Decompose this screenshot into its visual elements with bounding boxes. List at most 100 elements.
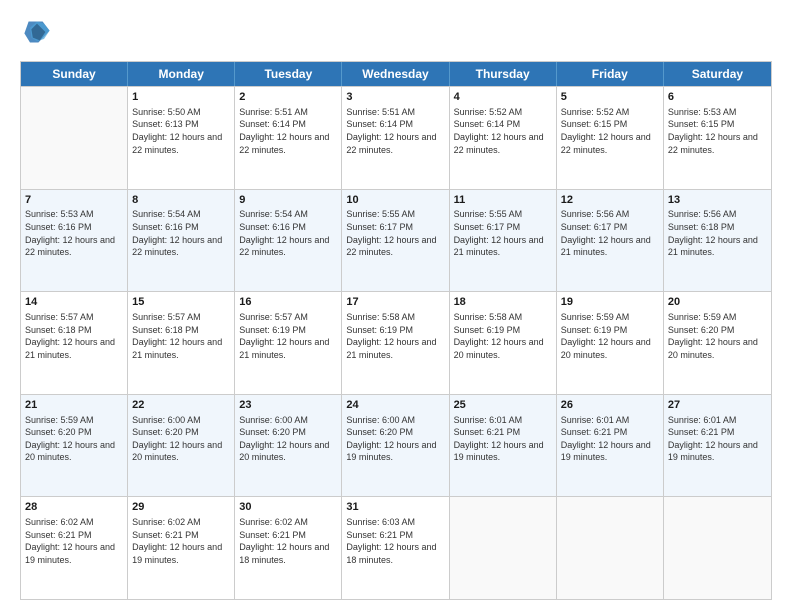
calendar-cell: 2Sunrise: 5:51 AM Sunset: 6:14 PM Daylig… <box>235 87 342 189</box>
cell-info: Sunrise: 5:55 AM Sunset: 6:17 PM Dayligh… <box>346 208 444 258</box>
calendar-cell: 27Sunrise: 6:01 AM Sunset: 6:21 PM Dayli… <box>664 395 771 497</box>
logo-icon <box>23 18 51 46</box>
cell-info: Sunrise: 5:59 AM Sunset: 6:20 PM Dayligh… <box>25 414 123 464</box>
calendar-cell <box>450 497 557 599</box>
calendar-cell: 18Sunrise: 5:58 AM Sunset: 6:19 PM Dayli… <box>450 292 557 394</box>
day-number: 10 <box>346 193 444 208</box>
cell-info: Sunrise: 6:00 AM Sunset: 6:20 PM Dayligh… <box>346 414 444 464</box>
calendar-cell: 21Sunrise: 5:59 AM Sunset: 6:20 PM Dayli… <box>21 395 128 497</box>
day-number: 21 <box>25 398 123 413</box>
calendar-cell: 1Sunrise: 5:50 AM Sunset: 6:13 PM Daylig… <box>128 87 235 189</box>
calendar-cell: 29Sunrise: 6:02 AM Sunset: 6:21 PM Dayli… <box>128 497 235 599</box>
cell-info: Sunrise: 6:02 AM Sunset: 6:21 PM Dayligh… <box>132 516 230 566</box>
day-number: 23 <box>239 398 337 413</box>
calendar-cell: 16Sunrise: 5:57 AM Sunset: 6:19 PM Dayli… <box>235 292 342 394</box>
day-number: 15 <box>132 295 230 310</box>
day-number: 30 <box>239 500 337 515</box>
cell-info: Sunrise: 5:51 AM Sunset: 6:14 PM Dayligh… <box>346 106 444 156</box>
calendar-cell: 15Sunrise: 5:57 AM Sunset: 6:18 PM Dayli… <box>128 292 235 394</box>
calendar-cell: 13Sunrise: 5:56 AM Sunset: 6:18 PM Dayli… <box>664 190 771 292</box>
calendar-cell: 10Sunrise: 5:55 AM Sunset: 6:17 PM Dayli… <box>342 190 449 292</box>
calendar-cell: 20Sunrise: 5:59 AM Sunset: 6:20 PM Dayli… <box>664 292 771 394</box>
day-number: 25 <box>454 398 552 413</box>
cell-info: Sunrise: 5:59 AM Sunset: 6:20 PM Dayligh… <box>668 311 767 361</box>
calendar-cell: 31Sunrise: 6:03 AM Sunset: 6:21 PM Dayli… <box>342 497 449 599</box>
day-number: 14 <box>25 295 123 310</box>
cell-info: Sunrise: 5:57 AM Sunset: 6:18 PM Dayligh… <box>25 311 123 361</box>
calendar-row: 14Sunrise: 5:57 AM Sunset: 6:18 PM Dayli… <box>21 291 771 394</box>
calendar-row: 7Sunrise: 5:53 AM Sunset: 6:16 PM Daylig… <box>21 189 771 292</box>
cell-info: Sunrise: 5:54 AM Sunset: 6:16 PM Dayligh… <box>132 208 230 258</box>
calendar-cell: 11Sunrise: 5:55 AM Sunset: 6:17 PM Dayli… <box>450 190 557 292</box>
calendar-cell: 23Sunrise: 6:00 AM Sunset: 6:20 PM Dayli… <box>235 395 342 497</box>
cell-info: Sunrise: 5:53 AM Sunset: 6:15 PM Dayligh… <box>668 106 767 156</box>
calendar-header: SundayMondayTuesdayWednesdayThursdayFrid… <box>21 62 771 86</box>
day-number: 6 <box>668 90 767 105</box>
cell-info: Sunrise: 6:01 AM Sunset: 6:21 PM Dayligh… <box>561 414 659 464</box>
day-number: 9 <box>239 193 337 208</box>
cell-info: Sunrise: 5:50 AM Sunset: 6:13 PM Dayligh… <box>132 106 230 156</box>
header-cell-monday: Monday <box>128 62 235 86</box>
day-number: 24 <box>346 398 444 413</box>
cell-info: Sunrise: 6:00 AM Sunset: 6:20 PM Dayligh… <box>132 414 230 464</box>
calendar-row: 28Sunrise: 6:02 AM Sunset: 6:21 PM Dayli… <box>21 496 771 599</box>
cell-info: Sunrise: 5:52 AM Sunset: 6:15 PM Dayligh… <box>561 106 659 156</box>
header-cell-tuesday: Tuesday <box>235 62 342 86</box>
cell-info: Sunrise: 5:57 AM Sunset: 6:19 PM Dayligh… <box>239 311 337 361</box>
header-cell-sunday: Sunday <box>21 62 128 86</box>
day-number: 13 <box>668 193 767 208</box>
calendar-cell: 12Sunrise: 5:56 AM Sunset: 6:17 PM Dayli… <box>557 190 664 292</box>
header-cell-thursday: Thursday <box>450 62 557 86</box>
calendar-cell: 14Sunrise: 5:57 AM Sunset: 6:18 PM Dayli… <box>21 292 128 394</box>
calendar-cell: 26Sunrise: 6:01 AM Sunset: 6:21 PM Dayli… <box>557 395 664 497</box>
calendar-cell: 24Sunrise: 6:00 AM Sunset: 6:20 PM Dayli… <box>342 395 449 497</box>
cell-info: Sunrise: 5:58 AM Sunset: 6:19 PM Dayligh… <box>454 311 552 361</box>
calendar-cell <box>557 497 664 599</box>
day-number: 1 <box>132 90 230 105</box>
cell-info: Sunrise: 5:51 AM Sunset: 6:14 PM Dayligh… <box>239 106 337 156</box>
day-number: 11 <box>454 193 552 208</box>
calendar-cell: 19Sunrise: 5:59 AM Sunset: 6:19 PM Dayli… <box>557 292 664 394</box>
day-number: 19 <box>561 295 659 310</box>
calendar-cell: 30Sunrise: 6:02 AM Sunset: 6:21 PM Dayli… <box>235 497 342 599</box>
day-number: 5 <box>561 90 659 105</box>
cell-info: Sunrise: 6:02 AM Sunset: 6:21 PM Dayligh… <box>239 516 337 566</box>
cell-info: Sunrise: 5:58 AM Sunset: 6:19 PM Dayligh… <box>346 311 444 361</box>
calendar-cell <box>21 87 128 189</box>
cell-info: Sunrise: 5:59 AM Sunset: 6:19 PM Dayligh… <box>561 311 659 361</box>
calendar-cell: 7Sunrise: 5:53 AM Sunset: 6:16 PM Daylig… <box>21 190 128 292</box>
calendar-cell: 28Sunrise: 6:02 AM Sunset: 6:21 PM Dayli… <box>21 497 128 599</box>
cell-info: Sunrise: 6:02 AM Sunset: 6:21 PM Dayligh… <box>25 516 123 566</box>
day-number: 3 <box>346 90 444 105</box>
header-cell-saturday: Saturday <box>664 62 771 86</box>
calendar-row: 21Sunrise: 5:59 AM Sunset: 6:20 PM Dayli… <box>21 394 771 497</box>
calendar-cell: 25Sunrise: 6:01 AM Sunset: 6:21 PM Dayli… <box>450 395 557 497</box>
cell-info: Sunrise: 5:52 AM Sunset: 6:14 PM Dayligh… <box>454 106 552 156</box>
day-number: 28 <box>25 500 123 515</box>
calendar-cell: 6Sunrise: 5:53 AM Sunset: 6:15 PM Daylig… <box>664 87 771 189</box>
calendar-cell: 17Sunrise: 5:58 AM Sunset: 6:19 PM Dayli… <box>342 292 449 394</box>
day-number: 8 <box>132 193 230 208</box>
day-number: 12 <box>561 193 659 208</box>
page: SundayMondayTuesdayWednesdayThursdayFrid… <box>0 0 792 612</box>
cell-info: Sunrise: 5:54 AM Sunset: 6:16 PM Dayligh… <box>239 208 337 258</box>
header <box>20 18 772 51</box>
day-number: 18 <box>454 295 552 310</box>
day-number: 29 <box>132 500 230 515</box>
day-number: 26 <box>561 398 659 413</box>
cell-info: Sunrise: 5:56 AM Sunset: 6:17 PM Dayligh… <box>561 208 659 258</box>
cell-info: Sunrise: 6:01 AM Sunset: 6:21 PM Dayligh… <box>454 414 552 464</box>
calendar-cell: 4Sunrise: 5:52 AM Sunset: 6:14 PM Daylig… <box>450 87 557 189</box>
logo <box>20 18 55 51</box>
day-number: 4 <box>454 90 552 105</box>
day-number: 7 <box>25 193 123 208</box>
calendar-cell <box>664 497 771 599</box>
cell-info: Sunrise: 5:55 AM Sunset: 6:17 PM Dayligh… <box>454 208 552 258</box>
day-number: 31 <box>346 500 444 515</box>
day-number: 2 <box>239 90 337 105</box>
day-number: 27 <box>668 398 767 413</box>
calendar-cell: 9Sunrise: 5:54 AM Sunset: 6:16 PM Daylig… <box>235 190 342 292</box>
calendar-cell: 22Sunrise: 6:00 AM Sunset: 6:20 PM Dayli… <box>128 395 235 497</box>
calendar-cell: 5Sunrise: 5:52 AM Sunset: 6:15 PM Daylig… <box>557 87 664 189</box>
day-number: 22 <box>132 398 230 413</box>
